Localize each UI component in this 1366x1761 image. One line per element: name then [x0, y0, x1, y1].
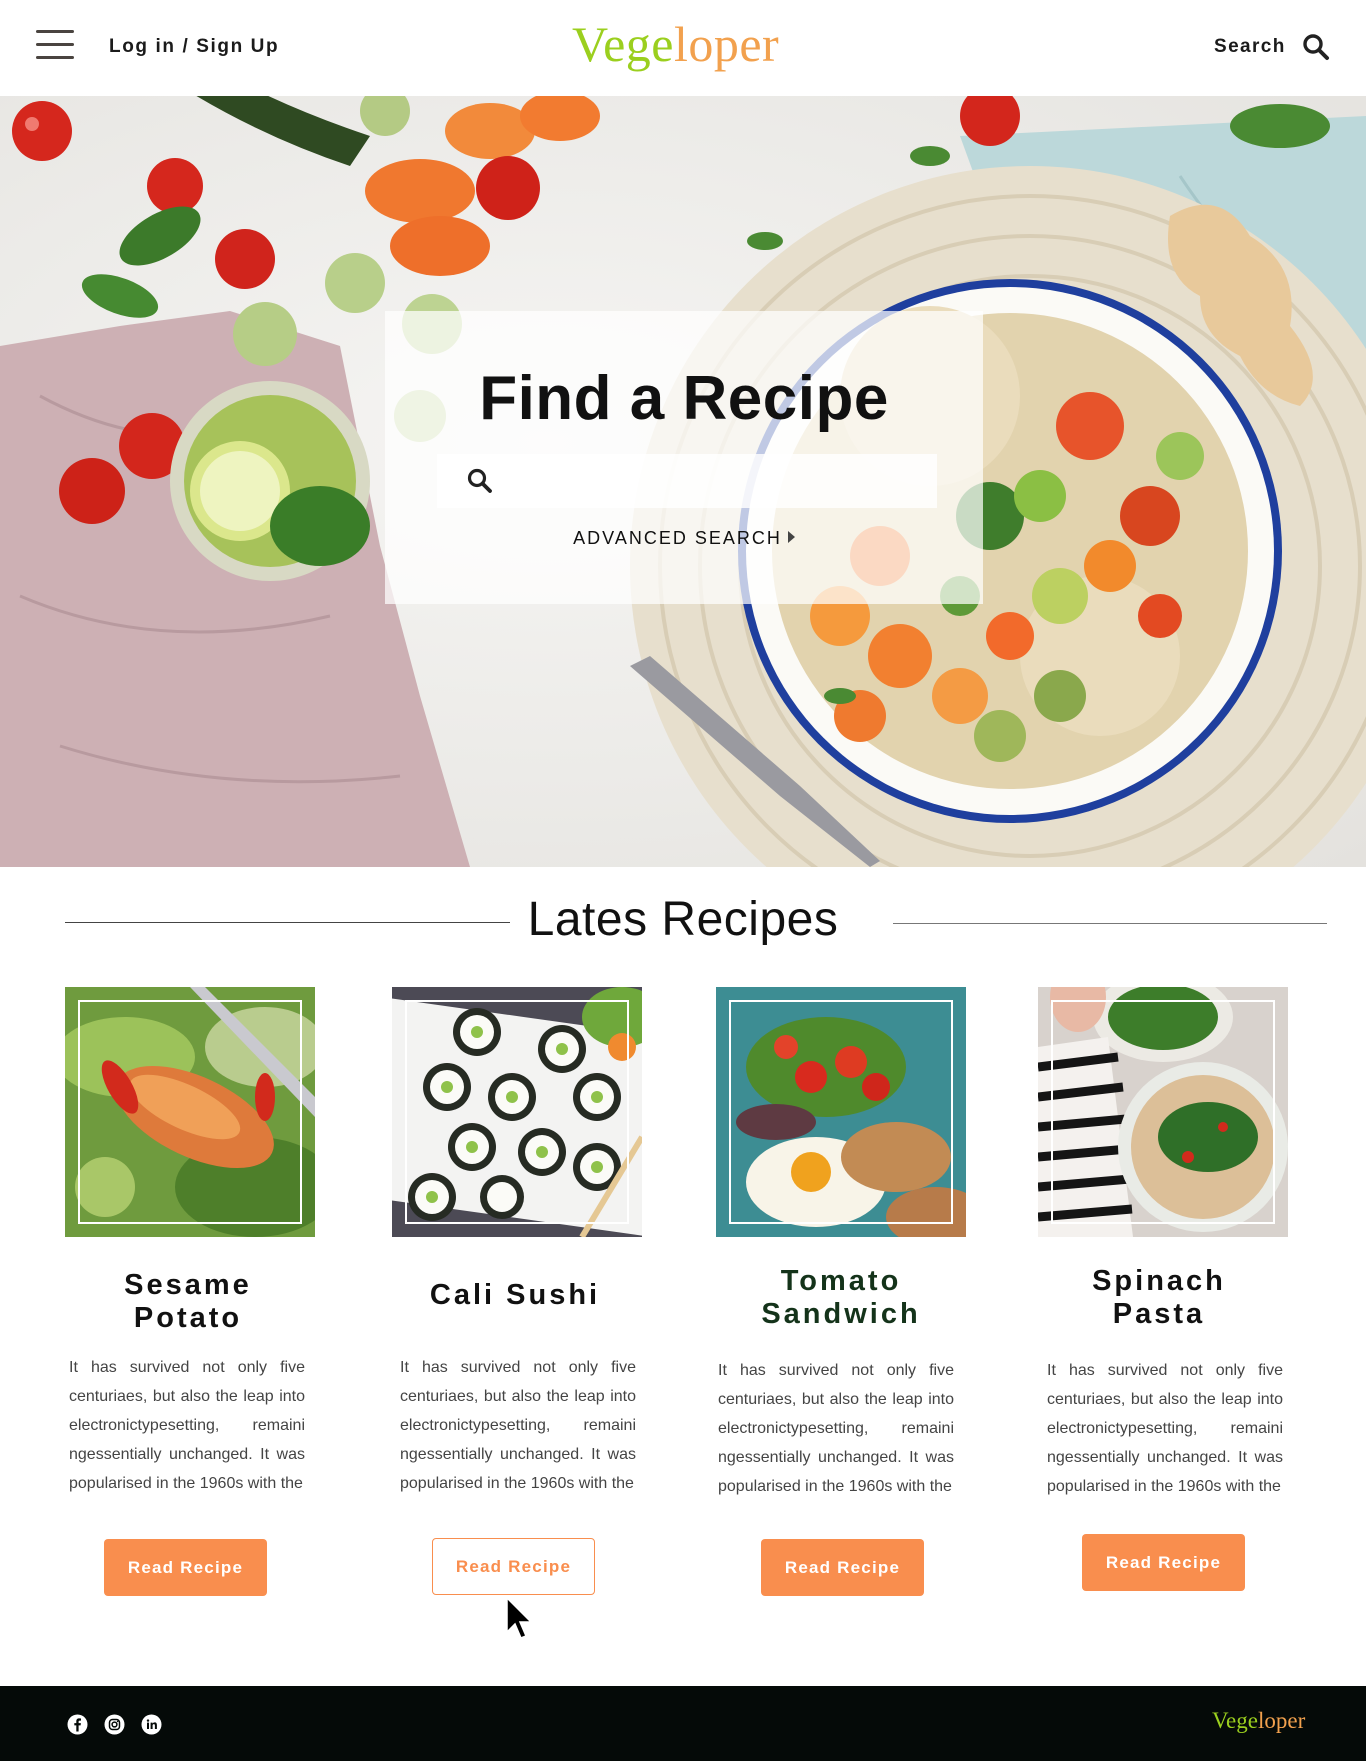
site-header: Log in / Sign Up Vegeloper Search: [0, 0, 1366, 96]
search-icon[interactable]: [1302, 33, 1330, 61]
hero-banner: Find a Recipe ADVANCED SEARCH: [0, 96, 1366, 867]
recipe-title[interactable]: Cali Sushi: [380, 1279, 650, 1312]
recipe-image-tomato-sandwich[interactable]: [716, 987, 966, 1237]
facebook-icon[interactable]: [67, 1714, 88, 1735]
recipe-description: It has survived not only five centuriaes…: [718, 1362, 954, 1495]
login-signup-link[interactable]: Log in / Sign Up: [109, 36, 279, 58]
logo-text-loper: loper: [673, 16, 780, 72]
section-divider-right: [893, 923, 1327, 924]
recipe-image-spinach-pasta[interactable]: [1038, 987, 1288, 1237]
recipe-description: It has survived not only five centuriaes…: [400, 1359, 636, 1492]
linkedin-icon[interactable]: [141, 1714, 162, 1735]
footer-logo[interactable]: Vegeloper: [1212, 1708, 1305, 1734]
logo-text-loper: loper: [1257, 1708, 1306, 1733]
read-recipe-button[interactable]: Read Recipe: [1082, 1534, 1245, 1591]
recipe-search-input[interactable]: [505, 461, 925, 501]
advanced-search-link[interactable]: ADVANCED SEARCH: [385, 528, 983, 549]
recipe-image-cali-sushi[interactable]: [392, 987, 642, 1237]
recipe-title[interactable]: Spinach Pasta: [1024, 1265, 1294, 1331]
mouse-pointer-icon: [506, 1596, 533, 1639]
logo-text-vege: Vege: [572, 16, 674, 72]
hero-title: Find a Recipe: [479, 364, 889, 433]
site-logo[interactable]: Vegeloper: [572, 14, 779, 74]
recipe-description: It has survived not only five centuriaes…: [1047, 1362, 1283, 1495]
recipe-image-sesame-potato[interactable]: [65, 987, 315, 1237]
logo-text-vege: Vege: [1212, 1708, 1258, 1733]
latest-recipes-heading: Lates Recipes: [527, 893, 839, 946]
read-recipe-button[interactable]: Read Recipe: [104, 1539, 267, 1596]
recipe-title[interactable]: Tomato Sandwich: [706, 1265, 976, 1331]
caret-right-icon: [787, 531, 795, 543]
recipe-description: It has survived not only five centuriaes…: [69, 1359, 305, 1492]
instagram-icon[interactable]: [104, 1714, 125, 1735]
menu-icon[interactable]: [36, 30, 74, 60]
recipe-title[interactable]: Sesame Potato: [53, 1269, 323, 1335]
recipe-search-panel: Find a Recipe ADVANCED SEARCH: [385, 311, 983, 604]
search-icon: [467, 468, 492, 493]
read-recipe-button[interactable]: Read Recipe: [761, 1539, 924, 1596]
site-footer: [0, 1686, 1366, 1761]
advanced-search-label: ADVANCED SEARCH: [573, 528, 782, 548]
header-search-label[interactable]: Search: [1214, 36, 1286, 58]
read-recipe-button[interactable]: Read Recipe: [432, 1538, 595, 1595]
